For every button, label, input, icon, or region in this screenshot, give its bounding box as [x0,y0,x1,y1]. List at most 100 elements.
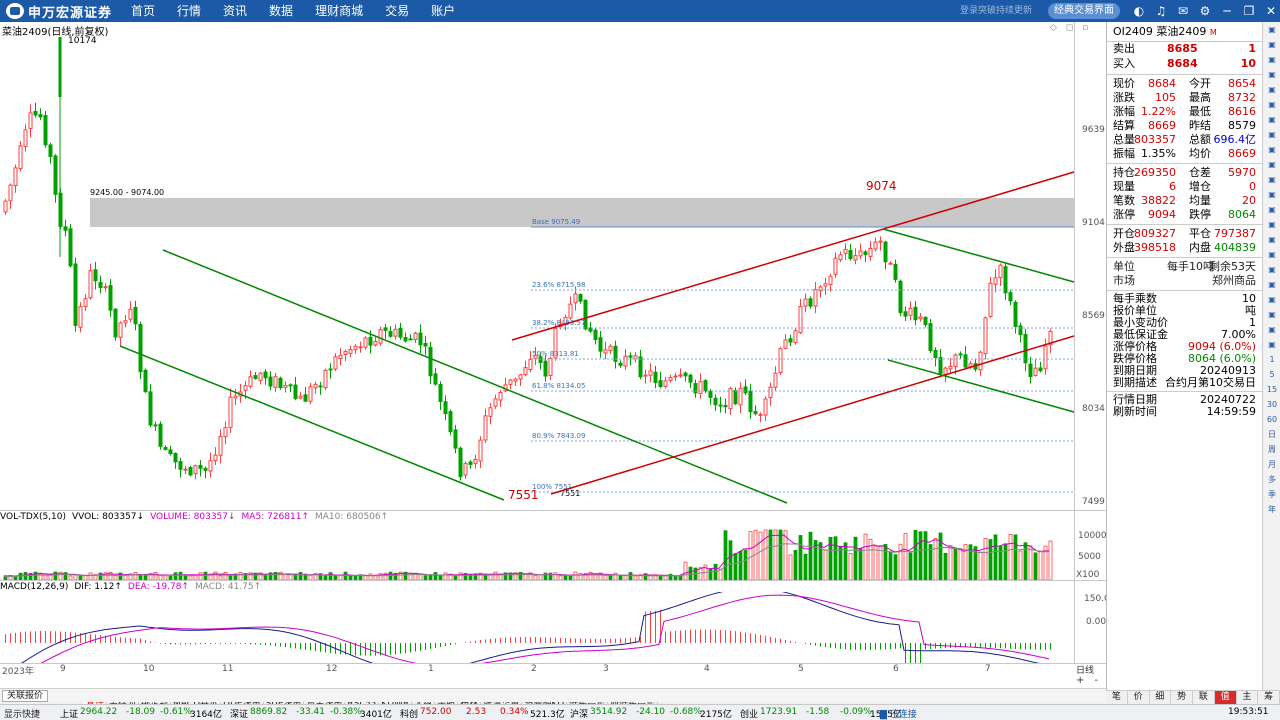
candle [938,349,943,376]
candle [743,379,748,395]
side-tool-16[interactable]: ▣ [1263,262,1280,277]
macd-chart[interactable] [0,592,1074,663]
index-name[interactable]: 创业 [740,707,758,720]
volume-chart[interactable] [0,522,1074,580]
restore-icon[interactable]: ❐ [1238,0,1260,22]
nav-item-2[interactable]: 资讯 [212,0,258,22]
zoom-controls[interactable]: +- [1076,675,1108,686]
side-tool-17[interactable]: ▣ [1263,277,1280,292]
side-tool-2[interactable]: ▣ [1263,52,1280,67]
side-tool-19[interactable]: ▣ [1263,307,1280,322]
nav-item-3[interactable]: 数据 [258,0,304,22]
right-tab-1[interactable]: 价 [1128,691,1150,704]
right-tab-0[interactable]: 笔 [1106,691,1128,704]
side-tool-30[interactable]: 多 [1263,472,1280,487]
side-tool-29[interactable]: 月 [1263,457,1280,472]
kline-chart[interactable]: 10174 9245.00 - 9074.00 9074 7551 7551 B… [0,22,1106,510]
theme-icon[interactable]: ◐ [1128,0,1150,22]
nav-item-6[interactable]: 账户 [420,0,466,22]
ask-row[interactable]: 卖出 8685 1 [1107,42,1262,57]
index-name[interactable]: 深证 [230,707,248,720]
bid-volume: 10 [1240,57,1256,70]
side-tool-21[interactable]: ▣ [1263,337,1280,352]
side-tool-22[interactable]: 1 [1263,352,1280,367]
right-tab-4[interactable]: 联 [1193,691,1215,704]
side-tool-7[interactable]: ▣ [1263,127,1280,142]
candle [388,326,393,338]
side-tool-23[interactable]: 5 [1263,367,1280,382]
close-icon[interactable]: ✕ [1260,0,1280,22]
date-axis-label: 6 [893,664,899,674]
index-name[interactable]: 上证 [60,707,78,720]
right-tab-6[interactable]: 主 [1237,691,1259,704]
date-row: 刷新时间 14:59:59 [1107,406,1262,418]
side-tool-3[interactable]: ▣ [1263,67,1280,82]
side-tool-31[interactable]: 季 [1263,487,1280,502]
side-tool-9[interactable]: ▣ [1263,157,1280,172]
candle [228,388,233,433]
nav-item-5[interactable]: 交易 [374,0,420,22]
side-tool-0[interactable]: ▣ [1263,22,1280,37]
nav-item-4[interactable]: 理财商城 [304,0,374,22]
quote-label: 外盘 [1113,241,1135,254]
side-tool-28[interactable]: 周 [1263,442,1280,457]
side-tool-27[interactable]: 日 [1263,427,1280,442]
zoom-in-button[interactable]: + [1076,675,1094,686]
side-tool-12[interactable]: ▣ [1263,202,1280,217]
volume-bar [1013,534,1018,580]
side-tool-26[interactable]: 60 [1263,412,1280,427]
volume-bar [733,553,738,580]
quote-row: 涨跌 105 最高 8732 [1107,91,1262,105]
candle [413,331,418,343]
side-tool-20[interactable]: ▣ [1263,322,1280,337]
headset-icon[interactable]: ♫ [1150,0,1172,22]
side-tool-4[interactable]: ▣ [1263,82,1280,97]
side-tool-18[interactable]: ▣ [1263,292,1280,307]
show-quick-button[interactable]: 显示快捷 [4,707,40,720]
candle [883,240,888,270]
quote-value: 809327 [1134,227,1176,240]
side-tool-24[interactable]: 15 [1263,382,1280,397]
side-tool-15[interactable]: ▣ [1263,247,1280,262]
right-tab-5[interactable]: 值 [1214,691,1237,704]
quote-value: 8579 [1228,119,1256,132]
chart-area[interactable]: 菜油2409(日线,前复权) ◇ ◻ ▫ 10174 9245.00 - 907… [0,22,1110,710]
side-tool-13[interactable]: ▣ [1263,217,1280,232]
volume-bar [883,544,888,580]
index-name[interactable]: 科创 [400,707,418,720]
index-pct: 0.34% [500,707,529,717]
side-tool-6[interactable]: ▣ [1263,112,1280,127]
minimize-icon[interactable]: ─ [1216,0,1238,22]
candle [1038,361,1043,373]
mail-icon[interactable]: ✉ [1172,0,1194,22]
side-tool-1[interactable]: ▣ [1263,37,1280,52]
right-panel-tabs: 笔价细势联值主筹 [1106,690,1280,704]
side-tool-14[interactable]: ▣ [1263,232,1280,247]
ask-label: 卖出 [1113,42,1135,55]
right-tab-2[interactable]: 细 [1150,691,1172,704]
quote-value: 105 [1155,91,1176,104]
right-tab-3[interactable]: 势 [1171,691,1193,704]
side-tool-11[interactable]: ▣ [1263,187,1280,202]
right-tab-7[interactable]: 筹 [1258,691,1280,704]
candle [208,452,213,478]
quote-value: 8732 [1228,91,1256,104]
candle [508,379,513,390]
date-value: 14:59:59 [1206,405,1256,418]
settings-icon[interactable]: ⚙ [1194,0,1216,22]
side-tool-5[interactable]: ▣ [1263,97,1280,112]
candle [203,466,208,479]
volume-bar [803,553,808,580]
index-change: -24.10 [636,707,666,717]
side-tool-25[interactable]: 30 [1263,397,1280,412]
bid-row[interactable]: 买入 8684 10 [1107,57,1262,72]
related-quote-button[interactable]: 关联报价 [2,690,49,702]
quote-value: 6 [1169,180,1176,193]
index-name[interactable]: 沪深 [570,707,588,720]
nav-item-1[interactable]: 行情 [166,0,212,22]
side-tool-8[interactable]: ▣ [1263,142,1280,157]
classic-trade-button[interactable]: 经典交易界面 [1048,3,1120,19]
side-tool-32[interactable]: 年 [1263,502,1280,517]
side-tool-10[interactable]: ▣ [1263,172,1280,187]
nav-item-0[interactable]: 首页 [120,0,166,22]
